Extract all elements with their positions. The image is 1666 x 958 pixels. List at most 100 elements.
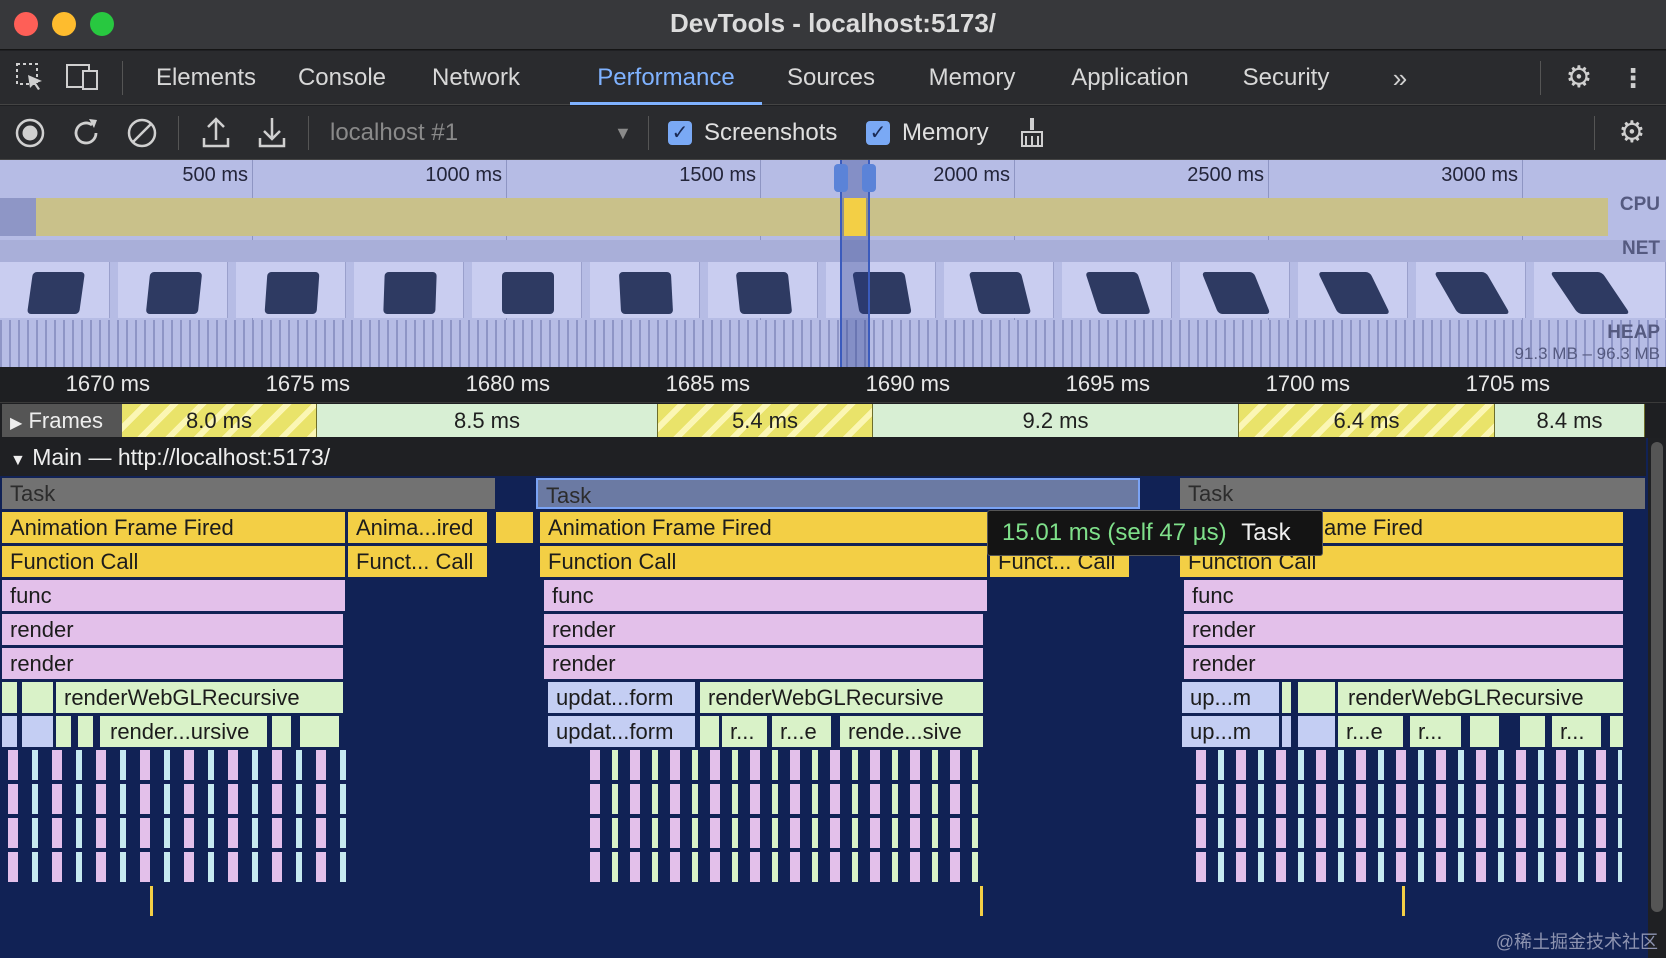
window-title: DevTools - localhost:5173/	[669, 8, 997, 38]
render-webgl-recursive-event[interactable]: render...ursive	[100, 716, 268, 747]
record-icon[interactable]	[12, 106, 48, 160]
frame-bar[interactable]: 8.0 ms	[122, 404, 317, 437]
small-event[interactable]	[22, 682, 54, 713]
clear-icon[interactable]	[124, 106, 160, 160]
animation-frame-fired-event[interactable]: Anima...ired	[348, 512, 488, 543]
tab-security[interactable]: Security	[1236, 51, 1336, 105]
small-event[interactable]	[2, 682, 18, 713]
small-event[interactable]	[22, 716, 54, 747]
small-event[interactable]	[1610, 716, 1624, 747]
tab-memory[interactable]: Memory	[922, 51, 1022, 105]
dropdown-arrow-icon[interactable]: ▼	[614, 106, 640, 160]
small-event[interactable]	[1282, 716, 1292, 747]
frame-bar[interactable]: 6.4 ms	[1239, 404, 1495, 437]
screenshots-checkbox[interactable]: ✓	[668, 121, 692, 145]
deep-call-stack-events[interactable]	[590, 750, 982, 890]
marker-event	[980, 886, 983, 916]
render-webgl-recursive-event[interactable]: renderWebGLRecursive	[700, 682, 984, 713]
heap-lane-label: HEAP	[1607, 322, 1660, 343]
render-event[interactable]: render	[2, 648, 344, 679]
render-webgl-recursive-event[interactable]: renderWebGLRecursive	[1338, 682, 1624, 713]
download-profile-icon[interactable]	[254, 106, 290, 160]
memory-checkbox[interactable]: ✓	[866, 121, 890, 145]
frames-track-header[interactable]: ▶ Frames	[2, 404, 122, 437]
main-track-header[interactable]: ▼ Main — http://localhost:5173/	[0, 438, 1646, 476]
garbage-collect-broom-icon[interactable]	[1014, 106, 1050, 160]
func-event[interactable]: func	[2, 580, 346, 611]
function-call-event[interactable]: Funct... Call	[348, 546, 488, 577]
update-transform-event[interactable]: up...m	[1182, 682, 1280, 713]
selected-task-event[interactable]: Task	[536, 478, 1140, 509]
overview-tick-label: 1500 ms	[679, 164, 756, 186]
deep-call-stack-events[interactable]	[1196, 750, 1622, 890]
small-event[interactable]	[272, 716, 292, 747]
function-call-event[interactable]: Function Call	[540, 546, 988, 577]
tooltip-event-name: Task	[1241, 519, 1291, 546]
small-event[interactable]	[1298, 716, 1336, 747]
small-event[interactable]	[1282, 682, 1292, 713]
small-event[interactable]	[1470, 716, 1500, 747]
frame-bar[interactable]: 8.5 ms	[317, 404, 658, 437]
collapse-triangle-icon: ▼	[10, 452, 26, 469]
small-event[interactable]	[78, 716, 94, 747]
frame-bar[interactable]: 8.4 ms	[1495, 404, 1645, 437]
timeline-overview[interactable]: 500 ms 1000 ms 1500 ms 2000 ms 2500 ms 3…	[0, 160, 1666, 367]
frames-track[interactable]: 8.0 ms 8.5 ms 5.4 ms 9.2 ms 6.4 ms 8.4 m…	[0, 403, 1666, 438]
small-event[interactable]	[56, 716, 72, 747]
task-event[interactable]: Task	[2, 478, 496, 509]
tab-sources[interactable]: Sources	[782, 51, 880, 105]
render-webgl-recursive-event[interactable]: r...	[1410, 716, 1462, 747]
animation-frame-fired-event[interactable]: Animation Frame Fired	[2, 512, 346, 543]
update-transform-event[interactable]: up...m	[1182, 716, 1280, 747]
render-webgl-recursive-event[interactable]: renderWebGLRecursive	[56, 682, 344, 713]
ruler-tick-label: 1705 ms	[1465, 371, 1550, 396]
small-event[interactable]	[2, 716, 18, 747]
small-event[interactable]	[700, 716, 720, 747]
render-webgl-recursive-event[interactable]: r...e	[1338, 716, 1404, 747]
animation-frame-fired-event[interactable]	[496, 512, 534, 543]
render-webgl-recursive-event[interactable]: r...	[722, 716, 768, 747]
task-event[interactable]: Task	[1180, 478, 1646, 509]
frame-bar[interactable]: 9.2 ms	[873, 404, 1239, 437]
tab-network[interactable]: Network	[424, 51, 528, 105]
render-event[interactable]: render	[544, 648, 984, 679]
render-event[interactable]: render	[1184, 614, 1624, 645]
frames-label: Frames	[28, 408, 103, 433]
settings-gear-icon[interactable]: ⚙	[1560, 59, 1598, 97]
func-event[interactable]: func	[1184, 580, 1624, 611]
tab-performance[interactable]: Performance	[570, 51, 762, 105]
tab-application[interactable]: Application	[1064, 51, 1196, 105]
render-webgl-recursive-event[interactable]: rende...sive	[840, 716, 984, 747]
small-event[interactable]	[1298, 682, 1336, 713]
more-options-kebab-icon[interactable]: ⋮	[1618, 59, 1648, 97]
render-event[interactable]: render	[1184, 648, 1624, 679]
render-event[interactable]: render	[544, 614, 984, 645]
tab-console[interactable]: Console	[292, 51, 392, 105]
scrollbar-thumb[interactable]	[1651, 442, 1663, 912]
frame-bar[interactable]: 5.4 ms	[658, 404, 873, 437]
reload-record-icon[interactable]	[68, 106, 104, 160]
animation-frame-fired-event[interactable]: Animation Frame Fired	[540, 512, 990, 543]
update-transform-event[interactable]: updat...form	[548, 716, 696, 747]
main-thread-flame-chart[interactable]: ▼ Main — http://localhost:5173/ Task Tas…	[0, 438, 1666, 958]
inspect-element-icon[interactable]	[12, 61, 48, 95]
capture-settings-gear-icon[interactable]: ⚙	[1612, 106, 1652, 160]
update-transform-event[interactable]: updat...form	[548, 682, 696, 713]
render-webgl-recursive-event[interactable]: r...e	[772, 716, 832, 747]
tab-elements[interactable]: Elements	[150, 51, 262, 105]
small-event[interactable]	[300, 716, 340, 747]
more-tabs-chevron-icon[interactable]: »	[1382, 59, 1418, 97]
ruler-tick-label: 1685 ms	[665, 371, 750, 396]
title-bar: DevTools - localhost:5173/	[0, 0, 1666, 50]
upload-profile-icon[interactable]	[198, 106, 234, 160]
function-call-event[interactable]: Function Call	[2, 546, 346, 577]
small-event[interactable]	[1520, 716, 1546, 747]
target-select[interactable]: localhost #1	[330, 106, 610, 160]
func-event[interactable]: func	[544, 580, 988, 611]
selection-left-handle[interactable]	[834, 164, 848, 192]
device-toolbar-icon[interactable]	[64, 61, 102, 95]
selection-right-handle[interactable]	[862, 164, 876, 192]
deep-call-stack-events[interactable]	[8, 750, 348, 890]
render-event[interactable]: render	[2, 614, 344, 645]
render-webgl-recursive-event[interactable]: r...	[1552, 716, 1602, 747]
